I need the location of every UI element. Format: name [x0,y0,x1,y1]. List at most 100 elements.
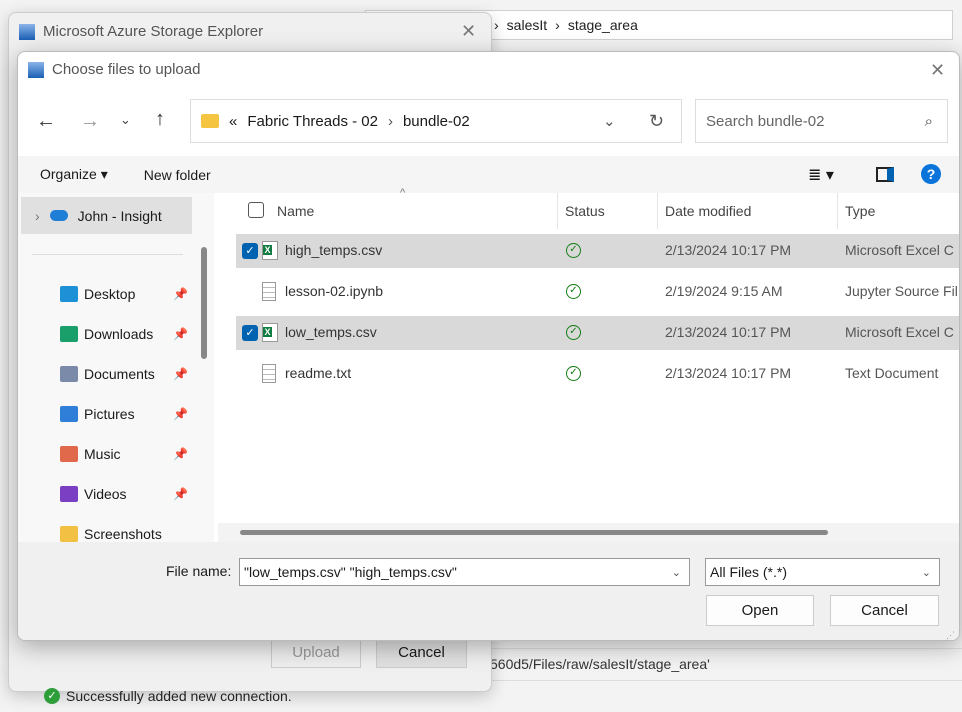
view-menu-icon[interactable]: ≣ ▾ [808,165,834,185]
back-icon[interactable]: ← [36,110,56,133]
pin-icon[interactable]: 📌 [173,327,188,341]
pictures-icon [60,406,78,422]
sidebar-item-pictures[interactable]: Pictures 📌 [60,399,200,429]
recent-chevron-down-icon[interactable]: ⌄ [120,112,131,128]
file-type: Text Document [845,365,939,381]
desktop-icon [60,286,78,302]
new-folder-button[interactable]: New folder [144,167,211,183]
pin-icon[interactable]: 📌 [173,367,188,381]
file-type: Microsoft Excel C [845,324,954,340]
help-icon[interactable]: ? [921,164,941,184]
documents-icon [60,366,78,382]
forward-icon[interactable]: → [80,110,100,133]
dialog-title: Choose files to upload [28,61,200,78]
sidebar-item-downloads[interactable]: Downloads 📌 [60,319,200,349]
status-message: ✓ Successfully added new connection. [44,688,292,704]
select-all-checkbox[interactable] [248,202,264,218]
pin-icon[interactable]: 📌 [173,447,188,461]
screenshots-icon [60,526,78,542]
file-date: 2/19/2024 9:15 AM [665,283,783,299]
column-header-status[interactable]: Status [565,193,605,229]
file-name-label: File name: [166,563,232,579]
refresh-icon[interactable]: ↻ [649,111,664,132]
row-checkbox[interactable]: ✓ [242,243,258,259]
sync-ok-icon: ✓ [566,325,581,340]
toolbar: Organize ▾ New folder ≣ ▾ ? [18,156,959,193]
excel-file-icon: X [262,241,278,260]
overflow-chevron[interactable]: « [229,113,237,130]
divider [490,648,962,649]
sidebar-item-videos[interactable]: Videos 📌 [60,479,200,509]
file-date: 2/13/2024 10:17 PM [665,324,792,340]
success-icon: ✓ [44,688,60,704]
navigation-pane: › John - Insight Desktop 📌 Downloads 📌 Docum… [18,193,214,542]
sidebar-item-music[interactable]: Music 📌 [60,439,200,469]
pin-icon[interactable]: 📌 [173,487,188,501]
organize-button[interactable]: Organize ▾ [40,166,108,183]
search-input[interactable]: Search bundle-02 ⌕ [695,99,948,143]
sidebar-item-documents[interactable]: Documents 📌 [60,359,200,389]
pin-icon[interactable]: 📌 [173,287,188,301]
folder-icon [201,114,219,128]
chevron-down-icon[interactable]: ⌄ [672,566,681,579]
file-row[interactable]: readme.txt ✓ 2/13/2024 10:17 PM Text Doc… [236,357,959,391]
file-name: low_temps.csv [285,324,377,340]
address-segment[interactable]: Fabric Threads - 02 [247,113,378,130]
horizontal-scroll-track [218,523,959,542]
background-path-text: 560d5/Files/raw/salesIt/stage_area' [490,656,710,672]
chevron-right-icon: › [387,112,393,130]
app-icon [19,23,35,40]
preview-pane-icon[interactable] [876,167,894,182]
music-icon [60,446,78,462]
sidebar-scrollbar[interactable] [201,247,207,359]
document-file-icon [262,364,276,383]
file-row[interactable]: ✓ Xhigh_temps.csv ✓ 2/13/2024 10:17 PM Mi… [236,234,959,268]
file-row[interactable]: ✓ Xlow_temps.csv ✓ 2/13/2024 10:17 PM Mic… [236,316,959,350]
file-row[interactable]: lesson-02.ipynb ✓ 2/19/2024 9:15 AM Jupy… [236,275,959,309]
file-type: Jupyter Source Fil [845,283,958,299]
file-date: 2/13/2024 10:17 PM [665,365,792,381]
outer-title: Microsoft Azure Storage Explorer [19,23,263,40]
app-icon [28,61,44,78]
open-button[interactable]: Open [706,595,814,626]
downloads-icon [60,326,78,342]
file-type-select[interactable]: All Files (*.*) ⌄ [705,558,940,586]
column-header-name[interactable]: Name [277,193,314,229]
videos-icon [60,486,78,502]
chevron-down-icon[interactable]: ⌄ [603,112,616,130]
horizontal-scrollbar[interactable] [240,530,828,535]
chevron-right-icon[interactable]: › [35,208,40,224]
file-name: readme.txt [285,365,352,381]
close-icon[interactable]: ✕ [930,60,945,81]
sidebar-item-onedrive[interactable]: › John - Insight [21,197,192,234]
pin-icon[interactable]: 📌 [173,407,188,421]
choose-files-dialog: Choose files to upload ✕ ← → ⌄ ↑ « Fabri… [17,51,960,641]
sync-ok-icon: ✓ [566,366,581,381]
file-name: high_temps.csv [285,242,383,258]
up-icon[interactable]: ↑ [155,108,165,131]
file-date: 2/13/2024 10:17 PM [665,242,792,258]
column-header-type[interactable]: Type [845,193,875,229]
file-list: ^ Name Status Date modified Type ✓ Xhigh_… [218,187,959,542]
sync-ok-icon: ✓ [566,243,581,258]
column-header-date-modified[interactable]: Date modified [665,193,751,229]
dialog-footer: File name: "low_temps.csv" "high_temps.c… [18,542,959,640]
sidebar-item-desktop[interactable]: Desktop 📌 [60,279,200,309]
address-bar[interactable]: « Fabric Threads - 02 › bundle-02 ⌄ ↻ [190,99,682,143]
close-icon[interactable]: ✕ [461,21,476,42]
cancel-button[interactable]: Cancel [830,595,939,626]
sync-ok-icon: ✓ [566,284,581,299]
chevron-down-icon: ⌄ [921,566,931,579]
row-checkbox[interactable]: ✓ [242,325,258,341]
divider [32,254,183,255]
resize-grip-icon[interactable]: ⋰ [946,630,955,640]
address-segment[interactable]: bundle-02 [403,113,470,130]
file-name-input[interactable]: "low_temps.csv" "high_temps.csv" ⌄ [239,558,690,586]
sidebar-item-screenshots[interactable]: Screenshots [60,519,200,542]
file-type: Microsoft Excel C [845,242,954,258]
sort-ascending-icon: ^ [400,187,406,199]
file-name: lesson-02.ipynb [285,283,384,299]
divider [490,680,962,681]
cloud-icon [49,210,68,221]
excel-file-icon: X [262,323,278,342]
